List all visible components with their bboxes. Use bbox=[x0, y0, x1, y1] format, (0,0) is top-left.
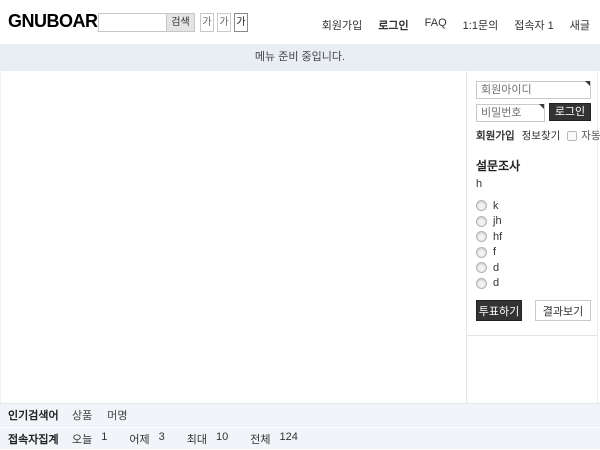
stat-value: 1 bbox=[101, 431, 107, 447]
radio-icon[interactable] bbox=[476, 247, 487, 258]
login-links: 회원가입 정보찾기 자동로그인 bbox=[476, 128, 591, 143]
search-input[interactable] bbox=[99, 14, 166, 31]
stat-today: 오늘 1 bbox=[72, 431, 107, 447]
poll-title: 설문조사 bbox=[476, 157, 591, 174]
nav-new-posts[interactable]: 새글 bbox=[570, 17, 590, 33]
main-content: 로그인 회원가입 정보찾기 자동로그인 설문조사 h k bbox=[0, 71, 598, 403]
signup-link[interactable]: 회원가입 bbox=[476, 128, 515, 143]
password-row: 로그인 bbox=[476, 103, 591, 122]
search-term-link[interactable]: 상품 bbox=[72, 407, 92, 423]
auto-login-label: 자동로그인 bbox=[581, 128, 600, 143]
login-form: 로그인 회원가입 정보찾기 자동로그인 bbox=[476, 80, 591, 143]
popular-search-terms: 상품 머명 bbox=[72, 407, 128, 423]
find-info-link[interactable]: 정보찾기 bbox=[522, 128, 561, 143]
top-navigation: 회원가입 로그인 FAQ 1:1문의 접속자 1 새글 bbox=[322, 17, 590, 33]
stat-key: 전체 bbox=[250, 431, 270, 447]
nav-login[interactable]: 로그인 bbox=[378, 17, 408, 33]
radio-icon[interactable] bbox=[476, 200, 487, 211]
stat-yesterday: 어제 3 bbox=[129, 431, 164, 447]
password-field bbox=[476, 103, 545, 122]
auto-login-toggle[interactable]: 자동로그인 bbox=[567, 128, 600, 143]
nav-qna[interactable]: 1:1문의 bbox=[463, 17, 499, 33]
stat-key: 어제 bbox=[129, 431, 149, 447]
popular-search-row: 인기검색어 상품 머명 bbox=[0, 403, 600, 427]
stat-key: 오늘 bbox=[72, 431, 92, 447]
stat-value: 124 bbox=[280, 431, 298, 447]
poll-option[interactable]: d bbox=[476, 276, 591, 292]
nav-visitors[interactable]: 접속자 1 bbox=[514, 17, 554, 33]
poll-option-label: d bbox=[493, 277, 499, 289]
stat-value: 10 bbox=[216, 431, 228, 447]
poll-option[interactable]: d bbox=[476, 260, 591, 276]
required-marker-icon bbox=[585, 81, 590, 86]
menu-notice-bar: 메뉴 준비 중입니다. bbox=[0, 44, 600, 71]
poll-option-label: k bbox=[493, 200, 499, 212]
nav-faq[interactable]: FAQ bbox=[425, 17, 447, 33]
visitor-stats-row: 접속자집계 오늘 1 어제 3 최대 10 전체 124 bbox=[0, 428, 600, 449]
font-size-buttons: 가 가 가 bbox=[200, 13, 248, 32]
poll-buttons: 투표하기 결과보기 bbox=[476, 300, 591, 321]
member-id-field bbox=[476, 80, 591, 99]
poll-option[interactable]: k bbox=[476, 198, 591, 214]
radio-icon[interactable] bbox=[476, 278, 487, 289]
login-button[interactable]: 로그인 bbox=[549, 103, 591, 121]
search-term-link[interactable]: 머명 bbox=[107, 407, 127, 423]
poll-option-label: d bbox=[493, 262, 499, 274]
popular-search-label: 인기검색어 bbox=[8, 407, 72, 423]
poll-option-label: jh bbox=[493, 215, 502, 227]
visitor-stats-label: 접속자집계 bbox=[8, 431, 72, 447]
stat-max: 최대 10 bbox=[187, 431, 229, 447]
nav-signup[interactable]: 회원가입 bbox=[322, 17, 362, 33]
stat-value: 3 bbox=[159, 431, 165, 447]
member-id-input[interactable] bbox=[476, 81, 591, 99]
password-input[interactable] bbox=[476, 104, 545, 122]
poll-option[interactable]: jh bbox=[476, 214, 591, 230]
radio-icon[interactable] bbox=[476, 262, 487, 273]
search-box: 검색 bbox=[98, 13, 195, 32]
stat-total: 전체 124 bbox=[250, 431, 298, 447]
visitor-stats: 오늘 1 어제 3 최대 10 전체 124 bbox=[72, 431, 298, 447]
poll-question: h bbox=[476, 178, 591, 190]
poll-result-button[interactable]: 결과보기 bbox=[535, 300, 591, 321]
poll-option[interactable]: f bbox=[476, 245, 591, 261]
search-button[interactable]: 검색 bbox=[166, 14, 194, 31]
vote-button[interactable]: 투표하기 bbox=[476, 300, 522, 321]
stat-key: 최대 bbox=[187, 431, 207, 447]
page: GNUBOARD5 검색 가 가 가 회원가입 로그인 FAQ 1:1문의 접속… bbox=[0, 0, 600, 450]
header: GNUBOARD5 검색 가 가 가 회원가입 로그인 FAQ 1:1문의 접속… bbox=[0, 0, 600, 44]
font-size-small-button[interactable]: 가 bbox=[200, 13, 214, 32]
poll-option-label: hf bbox=[493, 231, 502, 243]
required-marker-icon bbox=[539, 104, 544, 109]
poll-option[interactable]: hf bbox=[476, 229, 591, 245]
poll-option-label: f bbox=[493, 246, 496, 258]
auto-login-checkbox[interactable] bbox=[567, 131, 577, 141]
radio-icon[interactable] bbox=[476, 216, 487, 227]
sidebar: 로그인 회원가입 정보찾기 자동로그인 설문조사 h k bbox=[466, 71, 597, 403]
poll-box: 설문조사 h k jh hf f bbox=[467, 157, 597, 336]
font-size-large-button[interactable]: 가 bbox=[234, 13, 248, 32]
radio-icon[interactable] bbox=[476, 231, 487, 242]
font-size-medium-button[interactable]: 가 bbox=[217, 13, 231, 32]
